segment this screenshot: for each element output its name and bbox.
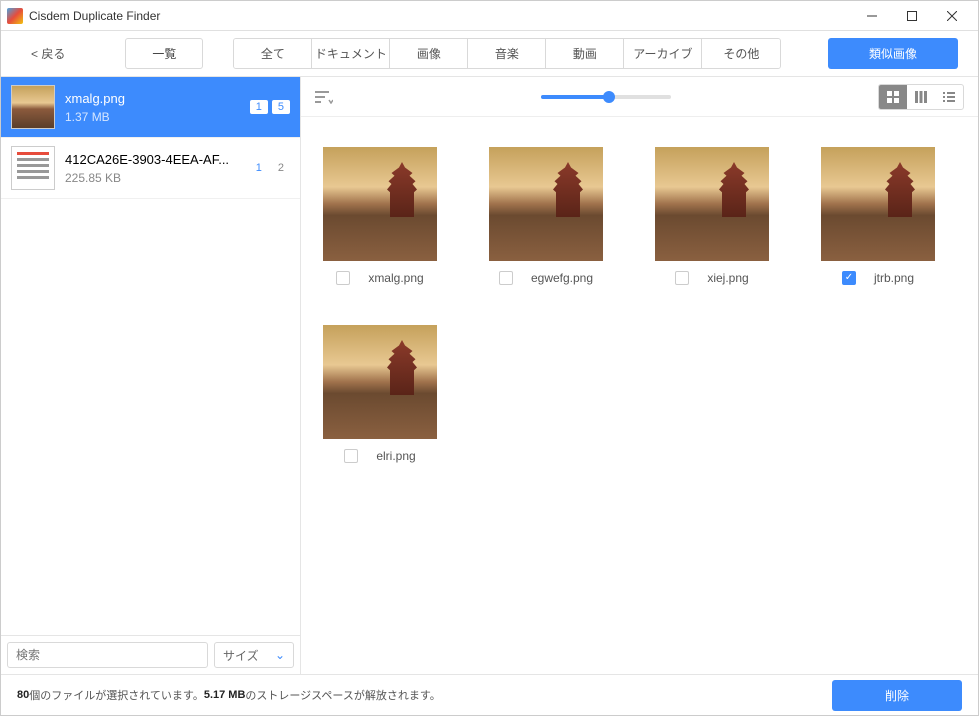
close-button[interactable]: [932, 2, 972, 30]
view-mode-group: [878, 84, 964, 110]
file-size: 1.37 MB: [65, 110, 240, 124]
file-name: xmalg.png: [65, 91, 240, 106]
grid-item-name: egwefg.png: [531, 271, 593, 285]
grid-item[interactable]: elri.png: [315, 325, 445, 463]
similar-images-button[interactable]: 類似画像: [828, 38, 958, 69]
grid-item-name: elri.png: [376, 449, 415, 463]
badge-selected-count: 1: [250, 161, 268, 175]
badge-total-count: 5: [272, 100, 290, 114]
main-area: xmalg.png 1.37 MB 1 5 412CA26E-3903-4EEA…: [1, 77, 978, 675]
sort-icon[interactable]: [315, 90, 333, 104]
back-button[interactable]: < 戻る: [21, 39, 75, 68]
tab-other[interactable]: その他: [702, 39, 780, 68]
slider-handle[interactable]: [603, 91, 615, 103]
view-mode-grid[interactable]: [879, 85, 907, 109]
grid-item[interactable]: xmalg.png: [315, 147, 445, 285]
status-text: 個のファイルが選択されています。: [29, 687, 204, 703]
thumbnail-size-slider[interactable]: [541, 95, 671, 99]
grid-item[interactable]: jtrb.png: [813, 147, 943, 285]
content-panel: xmalg.png egwefg.png xiej.png: [301, 77, 978, 674]
grid-thumbnail: [323, 147, 437, 261]
grid-item[interactable]: egwefg.png: [481, 147, 611, 285]
view-mode-columns[interactable]: [907, 85, 935, 109]
view-mode-list[interactable]: [935, 85, 963, 109]
list-view-button[interactable]: 一覧: [125, 38, 203, 69]
select-checkbox[interactable]: [499, 271, 513, 285]
app-icon: [7, 8, 23, 24]
chevron-down-icon: ⌄: [275, 648, 285, 662]
list-item[interactable]: xmalg.png 1.37 MB 1 5: [1, 77, 300, 138]
minimize-button[interactable]: [852, 2, 892, 30]
toolbar: < 戻る 一覧 全て ドキュメント 画像 音楽 動画 アーカイブ その他 類似画…: [1, 31, 978, 77]
tab-all[interactable]: 全て: [234, 39, 312, 68]
thumbnail-icon: [11, 85, 55, 129]
badge-total-count: 2: [272, 161, 290, 175]
select-checkbox[interactable]: [842, 271, 856, 285]
sidebar: xmalg.png 1.37 MB 1 5 412CA26E-3903-4EEA…: [1, 77, 301, 674]
file-size: 225.85 KB: [65, 171, 240, 185]
size-sort-select[interactable]: サイズ ⌄: [214, 642, 294, 668]
list-item[interactable]: 412CA26E-3903-4EEA-AF... 225.85 KB 1 2: [1, 138, 300, 199]
grid-item[interactable]: xiej.png: [647, 147, 777, 285]
filter-tabs: 全て ドキュメント 画像 音楽 動画 アーカイブ その他: [233, 38, 781, 69]
status-file-count: 80: [17, 689, 29, 701]
window-title: Cisdem Duplicate Finder: [29, 9, 852, 23]
window-controls: [852, 2, 972, 30]
grid-thumbnail: [489, 147, 603, 261]
grid-thumbnail: [821, 147, 935, 261]
tab-archive[interactable]: アーカイブ: [624, 39, 702, 68]
tab-image[interactable]: 画像: [390, 39, 468, 68]
select-checkbox[interactable]: [344, 449, 358, 463]
grid-thumbnail: [323, 325, 437, 439]
tab-document[interactable]: ドキュメント: [312, 39, 390, 68]
grid-thumbnail: [655, 147, 769, 261]
size-select-label: サイズ: [223, 647, 259, 664]
badge-selected-count: 1: [250, 100, 268, 114]
content-toolbar: [301, 77, 978, 117]
sidebar-footer: サイズ ⌄: [1, 635, 300, 674]
duplicate-group-list: xmalg.png 1.37 MB 1 5 412CA26E-3903-4EEA…: [1, 77, 300, 635]
status-text: のストレージスペースが解放されます。: [245, 687, 440, 703]
select-checkbox[interactable]: [336, 271, 350, 285]
grid-item-name: xmalg.png: [368, 271, 423, 285]
delete-button[interactable]: 削除: [832, 680, 962, 711]
tab-video[interactable]: 動画: [546, 39, 624, 68]
file-name: 412CA26E-3903-4EEA-AF...: [65, 152, 240, 167]
titlebar: Cisdem Duplicate Finder: [1, 1, 978, 31]
thumbnail-grid: xmalg.png egwefg.png xiej.png: [301, 117, 978, 674]
search-input[interactable]: [7, 642, 208, 668]
grid-item-name: jtrb.png: [874, 271, 914, 285]
statusbar: 80 個のファイルが選択されています。 5.17 MB のストレージスペースが解…: [1, 675, 978, 715]
select-checkbox[interactable]: [675, 271, 689, 285]
grid-item-name: xiej.png: [707, 271, 748, 285]
thumbnail-icon: [11, 146, 55, 190]
maximize-button[interactable]: [892, 2, 932, 30]
status-size: 5.17 MB: [204, 689, 246, 701]
tab-music[interactable]: 音楽: [468, 39, 546, 68]
